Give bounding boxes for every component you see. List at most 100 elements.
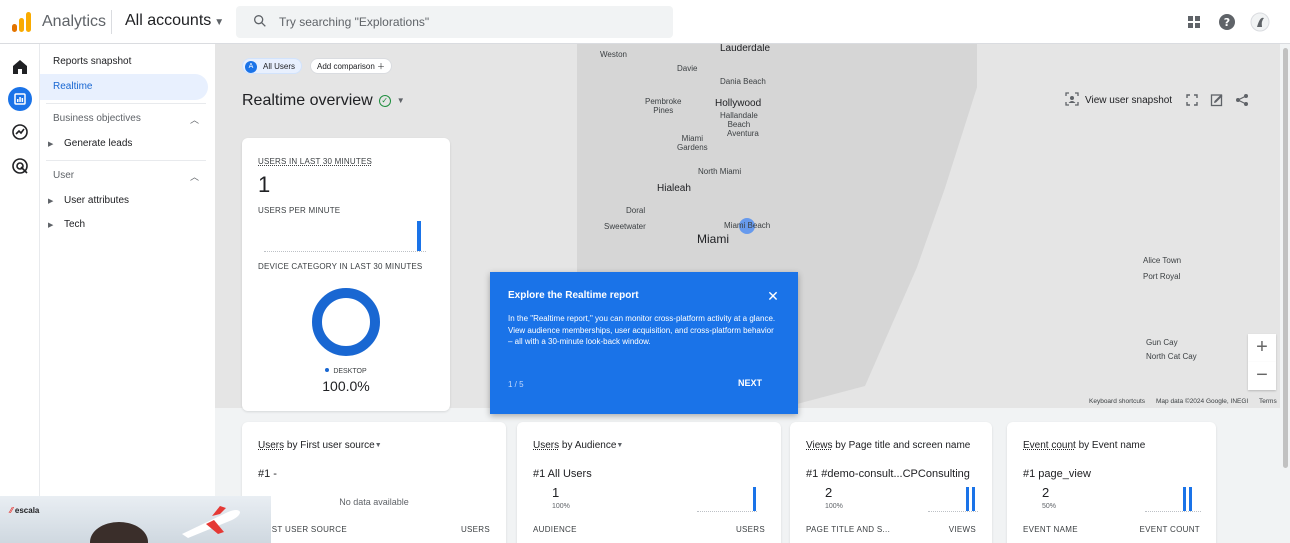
legend-dot-icon	[325, 368, 330, 372]
card-metric[interactable]: Event count	[1023, 440, 1076, 451]
realtime-card: Event count by Event name #1 page_view 2 50…	[1007, 422, 1216, 543]
caret-down-icon: ▼	[214, 17, 225, 28]
mini-chart-bar[interactable]	[1183, 487, 1186, 511]
card-title[interactable]: Users by First user source▼	[258, 440, 382, 451]
edit-report-icon[interactable]	[1210, 92, 1224, 108]
mini-chart-bar[interactable]	[1189, 487, 1192, 511]
no-data-message: No data available	[339, 497, 409, 507]
card-metric[interactable]: Views	[806, 440, 833, 451]
apps-grid-icon[interactable]	[1184, 12, 1204, 32]
card-title[interactable]: Users by Audience▼	[533, 440, 623, 451]
mini-chart-bar[interactable]	[972, 487, 975, 511]
user-snapshot-icon	[1065, 92, 1079, 106]
map-place-label: North Cat Cay	[1146, 352, 1197, 361]
users-per-minute-bar[interactable]	[417, 221, 421, 251]
search-bar[interactable]: Try searching "Explorations"	[236, 6, 673, 38]
card-column-right[interactable]: VIEWS	[949, 525, 976, 534]
segment-chip-all-users[interactable]: A All Users	[242, 58, 303, 74]
caret-down-icon[interactable]: ▼	[375, 442, 382, 449]
chevron-up-icon: ︿	[190, 172, 200, 182]
tour-step-counter: 1 / 5	[508, 380, 524, 389]
card-top-item: #1 #demo-consult...CPConsulting	[806, 468, 970, 480]
map-place-label: Hialeah	[657, 183, 691, 194]
view-user-snapshot-button[interactable]: View user snapshot	[1065, 92, 1172, 108]
card-column-right[interactable]: EVENT COUNT	[1140, 525, 1201, 534]
card-top-item: #1 page_view	[1023, 468, 1091, 480]
nav-realtime[interactable]: Realtime	[40, 74, 208, 100]
card-metric[interactable]: Users	[258, 440, 284, 451]
card-mini-chart[interactable]	[697, 487, 757, 512]
share-icon[interactable]	[1235, 92, 1249, 108]
card-column-right[interactable]: USERS	[461, 525, 490, 534]
device-category-donut[interactable]	[312, 288, 380, 356]
card-top-value: 2	[1042, 485, 1050, 500]
nav-user-attributes[interactable]: ▶ User attributes	[48, 195, 129, 206]
plus-icon: ＋	[377, 62, 386, 71]
tour-next-button[interactable]: NEXT	[738, 378, 762, 388]
product-name: Analytics	[42, 13, 107, 30]
page-scrollbar[interactable]	[1281, 44, 1290, 543]
card-column-left[interactable]: AUDIENCE	[533, 525, 577, 534]
map-place-label: Weston	[600, 50, 627, 59]
caret-down-icon[interactable]: ▼	[616, 442, 623, 449]
analytics-logo-icon[interactable]	[12, 12, 32, 32]
device-legend-value: 100.0%	[322, 378, 370, 394]
account-avatar-icon[interactable]	[1250, 12, 1270, 32]
map-place-label: Pembroke Pines	[645, 97, 682, 115]
mini-chart-bar[interactable]	[966, 487, 969, 511]
map-place-label: Lauderdale	[720, 44, 771, 54]
caret-down-icon[interactable]: ▼	[397, 96, 405, 105]
header-divider	[111, 10, 112, 34]
scrollbar-thumb[interactable]	[1283, 48, 1288, 468]
nav-sub-label: User attributes	[64, 195, 130, 206]
card-mini-chart[interactable]	[1145, 487, 1201, 512]
nav-section-business-objectives[interactable]: Business objectives ︿	[53, 113, 199, 125]
card-dimension[interactable]: by Event name	[1076, 440, 1146, 451]
users-last-30-label[interactable]: USERS IN LAST 30 MINUTES	[258, 157, 372, 166]
add-comparison-button[interactable]: Add comparison ＋	[310, 58, 393, 74]
card-title[interactable]: Event count by Event name	[1023, 440, 1145, 451]
page-title: Realtime overview ✓ ▼	[242, 92, 405, 110]
card-top-percent: 100%	[552, 503, 570, 510]
card-column-left[interactable]: EVENT NAME	[1023, 525, 1078, 534]
nav-reports-snapshot[interactable]: Reports snapshot	[40, 49, 208, 75]
realtime-card: Users by First user source▼ #1 - No data a…	[242, 422, 506, 543]
card-top-percent: 100%	[825, 503, 843, 510]
nav-sub-label: Tech	[64, 219, 86, 230]
zoom-out-button[interactable]: −	[1248, 362, 1276, 390]
nav-divider	[46, 103, 206, 104]
card-column-right[interactable]: USERS	[736, 525, 765, 534]
nav-section-user[interactable]: User ︿	[53, 170, 199, 182]
account-selector[interactable]: All accounts ▼	[125, 12, 224, 30]
nav-tech[interactable]: ▶ Tech	[48, 219, 85, 230]
help-icon[interactable]: ?	[1217, 12, 1237, 32]
nav-section-label: Business objectives	[53, 113, 141, 124]
nav-sub-label: Generate leads	[64, 138, 133, 149]
close-icon[interactable]: ✕	[766, 289, 780, 303]
card-mini-chart[interactable]	[928, 487, 978, 512]
fullscreen-icon[interactable]	[1185, 92, 1199, 108]
card-title[interactable]: Views by Page title and screen name	[806, 440, 970, 451]
explore-icon[interactable]	[10, 122, 30, 142]
presenter-brand-logo: ⁄⁄ escala	[10, 506, 40, 515]
card-column-left[interactable]: FIRST USER SOURCE	[258, 525, 347, 534]
card-dimension[interactable]: by Page title and screen name	[833, 440, 970, 451]
reports-icon[interactable]	[8, 87, 32, 111]
zoom-in-button[interactable]: +	[1248, 334, 1276, 362]
card-column-left[interactable]: PAGE TITLE AND S...	[806, 525, 890, 534]
expand-arrow-icon: ▶	[48, 141, 54, 148]
map-keyboard-shortcuts[interactable]: Keyboard shortcuts	[1089, 398, 1145, 405]
map-place-label: Dania Beach	[720, 77, 766, 86]
card-dimension[interactable]: by Audience	[559, 440, 617, 451]
users-per-minute-chart[interactable]	[264, 220, 426, 252]
home-icon[interactable]	[10, 57, 30, 77]
card-metric[interactable]: Users	[533, 440, 559, 451]
mini-chart-bar[interactable]	[753, 487, 756, 511]
advertising-icon[interactable]	[10, 156, 30, 176]
search-placeholder: Try searching "Explorations"	[279, 15, 430, 29]
map-terms-link[interactable]: Terms	[1259, 398, 1277, 405]
card-dimension[interactable]: by First user source	[284, 440, 375, 451]
map-place-label: Miami Beach	[724, 221, 771, 230]
nav-generate-leads[interactable]: ▶ Generate leads	[48, 138, 132, 149]
airplane-illustration-icon	[182, 506, 240, 538]
